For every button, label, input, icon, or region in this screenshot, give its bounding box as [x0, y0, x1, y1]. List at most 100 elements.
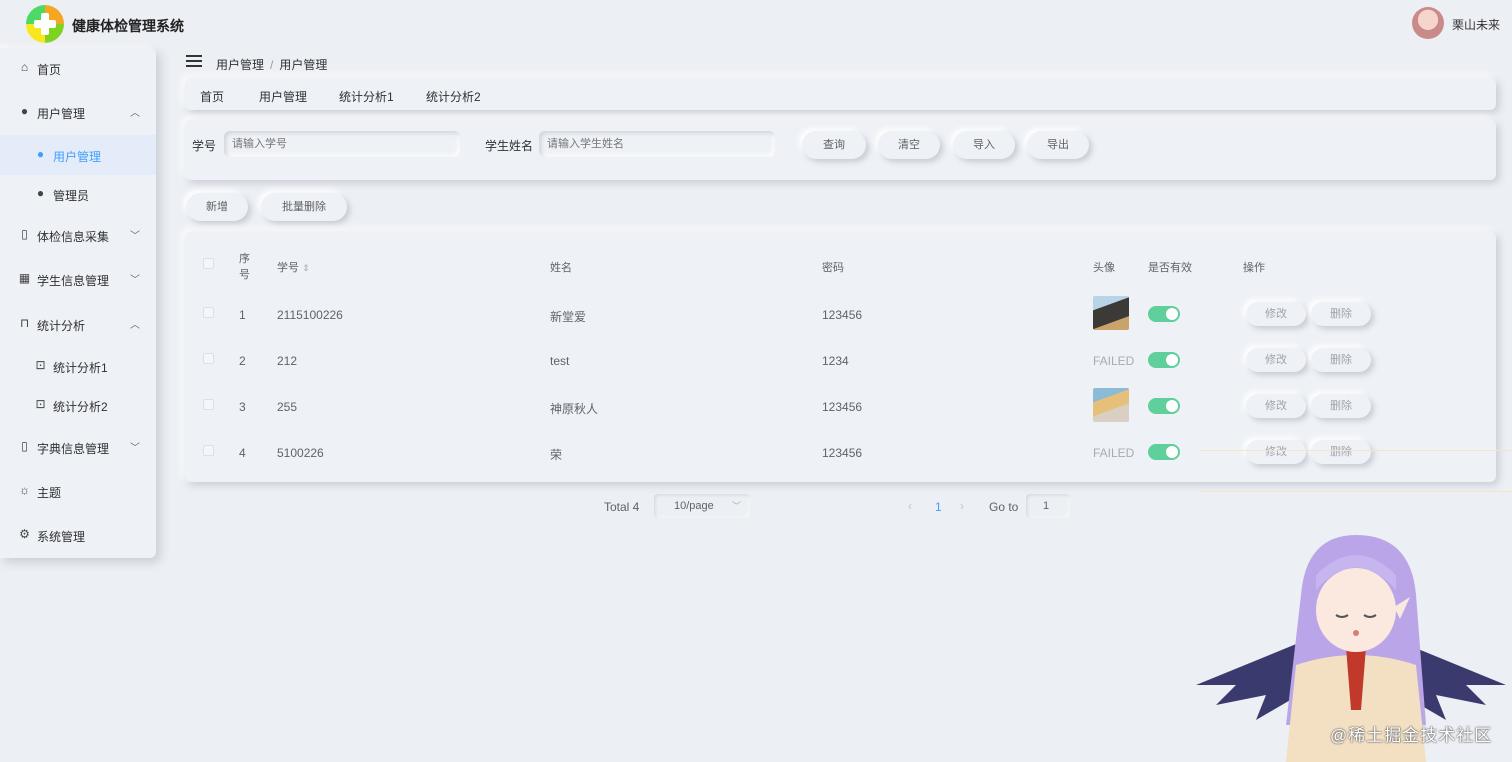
- sidebar-item-statistics-1[interactable]: ⊡ 统计分析1: [0, 346, 156, 386]
- avatar-failed-text: FAILED: [1093, 446, 1135, 460]
- tab-user-management[interactable]: 用户管理: [259, 88, 307, 105]
- goto-page-input[interactable]: 1: [1026, 494, 1070, 518]
- edit-button[interactable]: 修改: [1246, 348, 1306, 372]
- goto-label: Go to: [989, 500, 1019, 514]
- sidebar-item-label: 主题: [37, 486, 62, 500]
- sidebar-item-label: 统计分析: [37, 319, 86, 333]
- notebook-icon: ▯: [21, 227, 28, 241]
- chevron-up-icon: ︿: [130, 108, 140, 119]
- tab-statistics-1[interactable]: 统计分析1: [339, 88, 394, 105]
- breadcrumb-separator: /: [270, 58, 274, 72]
- sidebar-item-checkup-collection[interactable]: ▯ 体检信息采集 ﹀: [0, 215, 156, 255]
- delete-button[interactable]: 删除: [1311, 394, 1371, 418]
- sidebar-item-dictionary[interactable]: ▯ 字典信息管理 ﹀: [0, 427, 156, 467]
- sidebar-item-admin[interactable]: ● 管理员: [0, 174, 156, 214]
- briefcase-icon: ⊡: [35, 358, 46, 372]
- sidebar-item-home[interactable]: ⌂ 首页: [0, 48, 156, 88]
- sidebar-item-label: 字典信息管理: [37, 442, 110, 456]
- sidebar-item-student-info[interactable]: ▦ 学生信息管理 ﹀: [0, 259, 156, 299]
- sidebar-item-theme[interactable]: ☼ 主题: [0, 471, 156, 511]
- delete-button[interactable]: 删除: [1311, 348, 1371, 372]
- valid-toggle[interactable]: [1148, 352, 1180, 368]
- export-button[interactable]: 导出: [1027, 131, 1089, 159]
- user-icon: ●: [36, 147, 45, 161]
- sidebar-item-label: 体检信息采集: [37, 230, 110, 244]
- import-button[interactable]: 导入: [953, 131, 1015, 159]
- column-header-student-id[interactable]: 学号 ⇕: [277, 259, 310, 275]
- clear-button[interactable]: 清空: [878, 131, 940, 159]
- column-header-avatar: 头像: [1093, 262, 1115, 274]
- delete-button[interactable]: 删除: [1311, 302, 1371, 326]
- chart-board-icon: ⊓: [19, 316, 30, 330]
- user-avatar[interactable]: [1412, 7, 1444, 39]
- sidebar-item-label: 系统管理: [37, 530, 86, 544]
- student-name-label: 学生姓名: [485, 139, 534, 153]
- cell-index: 3: [239, 400, 246, 414]
- row-checkbox[interactable]: [203, 399, 214, 410]
- sidebar-item-statistics[interactable]: ⊓ 统计分析 ︿: [0, 304, 156, 344]
- notification-edge: [1200, 450, 1512, 492]
- edit-button[interactable]: 修改: [1246, 302, 1306, 326]
- cell-password: 1234: [822, 354, 849, 368]
- cell-password: 123456: [822, 400, 863, 414]
- column-header-index: 序号: [239, 253, 250, 281]
- sidebar-item-statistics-2[interactable]: ⊡ 统计分析2: [0, 385, 156, 425]
- home-icon: ⌂: [20, 60, 29, 74]
- cell-name: test: [550, 354, 570, 368]
- chevron-down-icon: ﹀: [130, 443, 140, 454]
- user-name[interactable]: 栗山未来: [1452, 16, 1500, 33]
- row-checkbox[interactable]: [203, 307, 214, 318]
- next-page-icon[interactable]: ›: [960, 499, 964, 513]
- add-button[interactable]: 新增: [186, 193, 248, 221]
- chevron-down-icon: ﹀: [130, 275, 140, 286]
- breadcrumb-item[interactable]: 用户管理: [216, 58, 264, 72]
- valid-toggle[interactable]: [1148, 306, 1180, 322]
- pagination-total: Total 4: [604, 500, 640, 514]
- student-name-input[interactable]: [539, 131, 775, 157]
- user-icon: ●: [36, 186, 45, 200]
- column-header-valid: 是否有效: [1148, 262, 1192, 274]
- page-size-select[interactable]: 10/page ﹀: [654, 494, 750, 518]
- cell-student-id: 2115100226: [277, 308, 343, 322]
- cell-password: 123456: [822, 446, 863, 460]
- cell-student-id: 255: [277, 400, 298, 414]
- valid-toggle[interactable]: [1148, 398, 1180, 414]
- tab-home[interactable]: 首页: [200, 88, 224, 105]
- cell-name: 新堂爱: [550, 310, 587, 324]
- logo: [26, 5, 64, 43]
- cell-index: 4: [239, 446, 246, 460]
- top-bar: 健康体检管理系统 栗山未来: [0, 0, 1512, 50]
- cell-index: 2: [239, 354, 246, 368]
- row-checkbox[interactable]: [203, 445, 214, 456]
- cell-password: 123456: [822, 308, 863, 322]
- cell-name: 荣: [550, 448, 563, 462]
- gear-icon: ⚙: [19, 527, 30, 541]
- batch-delete-button[interactable]: 批量删除: [261, 193, 347, 221]
- sidebar-item-user-management[interactable]: ● 用户管理 ︿: [0, 92, 156, 132]
- edit-button[interactable]: 修改: [1246, 394, 1306, 418]
- collapse-menu-icon[interactable]: [186, 55, 202, 69]
- briefcase-icon: ⊡: [35, 397, 46, 411]
- chevron-down-icon: ﹀: [732, 501, 742, 511]
- cell-student-id: 5100226: [277, 446, 324, 460]
- sidebar-item-system[interactable]: ⚙ 系统管理: [0, 515, 156, 555]
- cell-index: 1: [239, 308, 246, 322]
- query-button[interactable]: 查询: [802, 131, 866, 159]
- student-id-input[interactable]: [224, 131, 460, 157]
- page-number[interactable]: 1: [935, 500, 942, 514]
- valid-toggle[interactable]: [1148, 444, 1180, 460]
- column-header-password: 密码: [822, 262, 844, 274]
- sun-icon: ☼: [19, 483, 30, 497]
- avatar-image[interactable]: [1093, 296, 1129, 330]
- breadcrumb: 用户管理 / 用户管理: [216, 56, 327, 73]
- row-checkbox[interactable]: [203, 353, 214, 364]
- sidebar-item-label: 首页: [37, 63, 62, 77]
- breadcrumb-item: 用户管理: [279, 58, 328, 72]
- tab-statistics-2[interactable]: 统计分析2: [426, 88, 481, 105]
- sidebar-item-user-management-sub[interactable]: ● 用户管理: [0, 135, 156, 175]
- avatar-image[interactable]: [1093, 388, 1129, 422]
- sort-icon: ⇕: [302, 263, 310, 273]
- prev-page-icon[interactable]: ‹: [908, 499, 912, 513]
- sidebar-item-label: 学生信息管理: [37, 274, 110, 288]
- select-all-checkbox[interactable]: [203, 258, 214, 269]
